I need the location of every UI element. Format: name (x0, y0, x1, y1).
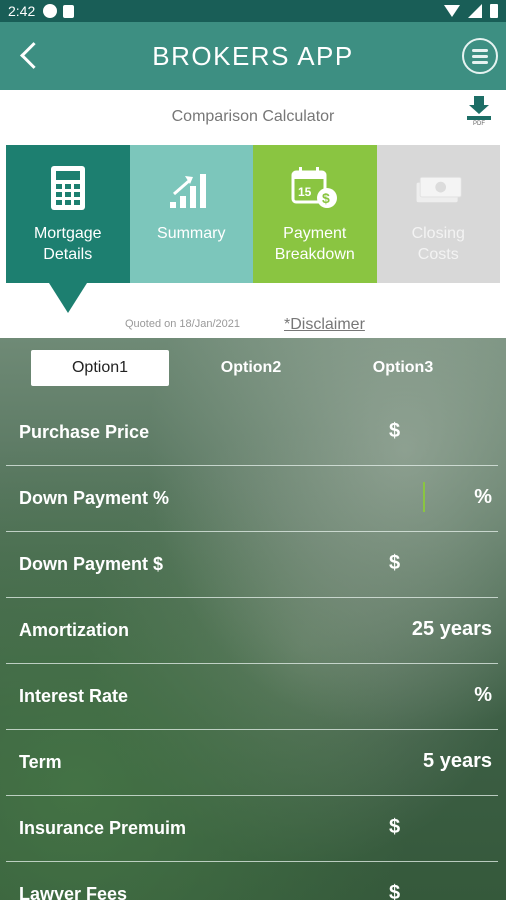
down-payment-percent-field[interactable]: % (474, 486, 492, 509)
purchase-price-row[interactable]: Purchase Price $ (6, 400, 498, 466)
down-payment-dollar-label: Down Payment $ (19, 554, 164, 574)
down-payment-percent-row[interactable]: Down Payment % % (6, 466, 498, 532)
calendar-money-icon: 15 $ (290, 163, 340, 213)
lawyer-fees-label: Lawyer Fees (19, 884, 128, 900)
purchase-price-label: Purchase Price (19, 422, 150, 442)
down-payment-dollar-field[interactable]: $ (389, 552, 400, 575)
tab-payment-breakdown[interactable]: 15 $ Payment Breakdown (253, 145, 377, 283)
svg-text:$: $ (322, 190, 330, 206)
tab-closing-label-line1: Closing (411, 225, 465, 242)
battery-icon (490, 4, 498, 18)
tab-summary-label: Summary (157, 225, 226, 242)
insurance-premium-field[interactable]: $ (389, 816, 400, 839)
option3-tab[interactable]: Option3 (333, 350, 473, 386)
term-row[interactable]: Term 5 years (6, 730, 498, 796)
tab-closing-costs[interactable]: Closing Costs (376, 145, 500, 283)
status-bar: 2:42 (0, 0, 506, 22)
option2-tab[interactable]: Option2 (169, 350, 333, 386)
app-bar: BROKERS APP (0, 22, 506, 90)
back-arrow-icon[interactable] (18, 40, 48, 70)
amortization-row[interactable]: Amortization 25 years (6, 598, 498, 664)
menu-button[interactable] (462, 38, 498, 74)
amortization-label: Amortization (19, 620, 129, 640)
option-selector: Option1 Option2 Option3 (31, 350, 491, 386)
app-title: BROKERS APP (152, 40, 354, 71)
cash-icon (413, 163, 463, 213)
pdf-download-button[interactable]: PDF (466, 96, 492, 127)
signal-icon (468, 4, 482, 18)
hamburger-icon (472, 48, 488, 52)
status-time: 2:42 (8, 3, 36, 19)
tab-summary[interactable]: Summary (129, 145, 253, 283)
calculator-icon (43, 163, 93, 213)
tab-closing-label-line2: Costs (417, 246, 459, 263)
bar-chart-icon (166, 163, 216, 213)
interest-rate-label: Interest Rate (19, 686, 129, 706)
insurance-premium-row[interactable]: Insurance Premuim $ (6, 796, 498, 862)
amortization-field[interactable]: 25 years (412, 618, 492, 641)
text-cursor (423, 482, 425, 512)
tab-payment-label-line2: Breakdown (274, 246, 355, 263)
purchase-price-field[interactable]: $ (389, 420, 400, 443)
calculator-header: Comparison Calculator PDF Mortgage Detai… (0, 90, 506, 338)
form-rows: Purchase Price $ Down Payment % % Down P… (0, 400, 506, 900)
down-payment-dollar-row[interactable]: Down Payment $ $ (6, 532, 498, 598)
down-payment-percent-label: Down Payment % (19, 488, 170, 508)
option1-tab[interactable]: Option1 (31, 350, 169, 386)
lawyer-fees-row[interactable]: Lawyer Fees $ (6, 862, 498, 900)
calculator-title: Comparison Calculator (171, 108, 335, 125)
svg-text:15: 15 (298, 185, 312, 199)
term-field[interactable]: 5 years (423, 750, 492, 773)
wifi-icon (444, 5, 460, 17)
tab-payment-label-line1: Payment (283, 225, 347, 242)
quoted-date: Quoted on 18/Jan/2021 (125, 318, 240, 330)
tab-mortgage-label-line2: Details (43, 246, 93, 263)
interest-rate-field[interactable]: % (474, 684, 492, 707)
term-label: Term (19, 752, 62, 772)
lawyer-fees-field[interactable]: $ (389, 882, 400, 900)
interest-rate-row[interactable]: Interest Rate % (6, 664, 498, 730)
sd-card-icon (63, 4, 75, 18)
disclaimer-link[interactable]: *Disclaimer (284, 316, 365, 334)
notification-icon (43, 4, 58, 18)
tab-mortgage-details[interactable]: Mortgage Details (6, 145, 130, 313)
calculator-tabs: Mortgage Details Summary 15 $ Payment Br… (6, 145, 500, 313)
mortgage-form: Option1 Option2 Option3 Purchase Price $… (0, 338, 506, 900)
insurance-premium-label: Insurance Premuim (19, 818, 187, 838)
tab-mortgage-label-line1: Mortgage (33, 225, 102, 242)
